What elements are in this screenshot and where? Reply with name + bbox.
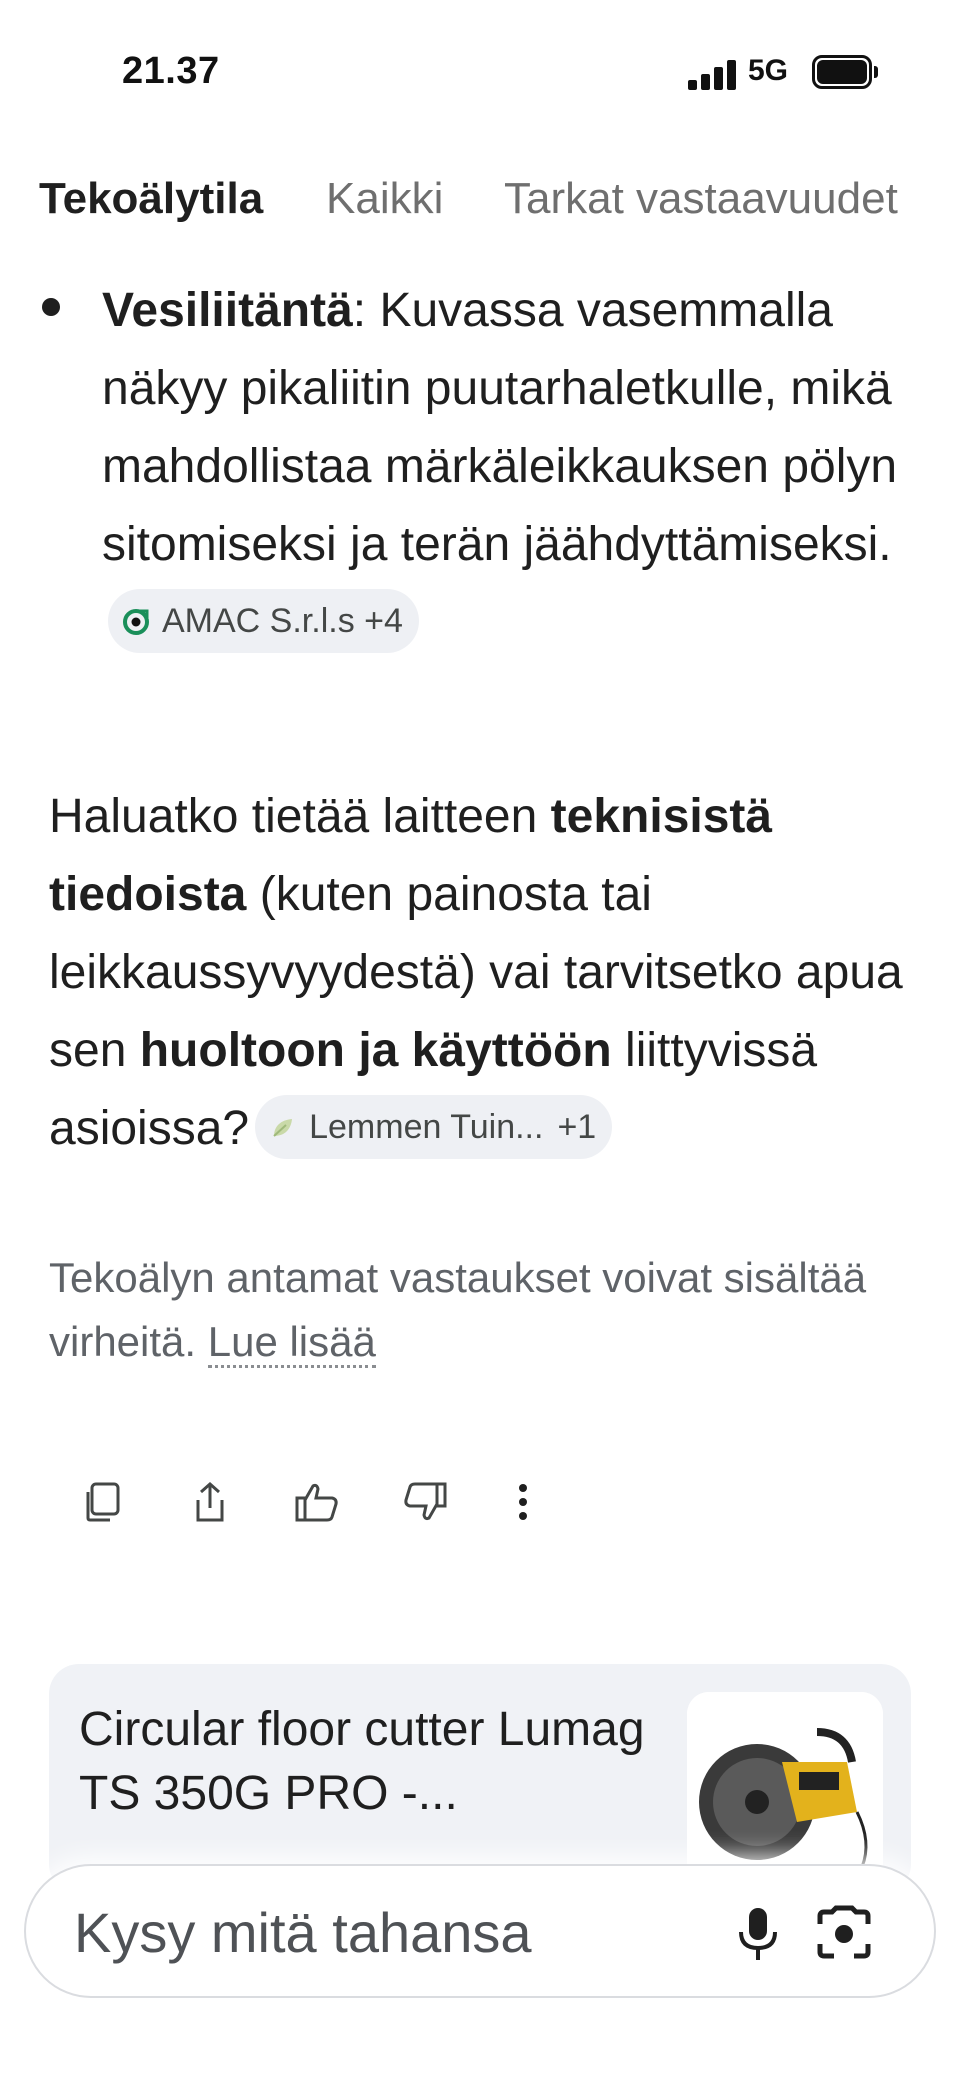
- tab-all[interactable]: Kaikki: [326, 174, 443, 224]
- share-icon: [196, 1481, 224, 1522]
- question-bold-2: huoltoon ja käyttöön: [139, 1024, 612, 1077]
- thumbs-up-button[interactable]: [285, 1470, 349, 1534]
- thumbs-up-icon: [295, 1483, 338, 1522]
- source-chip-label: AMAC S.r.l.s +4: [162, 602, 403, 641]
- source-chip-count: +1: [557, 1108, 597, 1147]
- tab-ai-mode[interactable]: Tekoälytila: [39, 174, 263, 224]
- status-time: 21.37: [122, 50, 220, 92]
- status-bar: 21.37 5G: [0, 0, 960, 140]
- source-icon: [123, 609, 149, 636]
- answer-bullet: Vesiliitäntä: Kuvassa vasemmalla näkyy p…: [102, 272, 902, 662]
- voice-search-button[interactable]: [728, 1902, 788, 1966]
- result-card[interactable]: Circular floor cutter Lumag TS 350G PRO …: [49, 1664, 911, 1894]
- tab-exact-matches[interactable]: Tarkat vastaavuudet: [504, 174, 898, 224]
- thumbs-down-button[interactable]: [393, 1470, 457, 1534]
- follow-up-question: Haluatko tietää laitteen teknisistä tied…: [49, 778, 909, 1168]
- more-icon: [519, 1484, 527, 1520]
- share-button[interactable]: [178, 1470, 242, 1534]
- learn-more-link[interactable]: Lue lisää: [207, 1318, 376, 1368]
- ai-disclaimer: Tekoälyn antamat vastaukset voivat sisäl…: [49, 1246, 909, 1374]
- network-label: 5G: [748, 54, 789, 87]
- leaf-icon: [273, 1119, 293, 1138]
- thumbs-down-icon: [404, 1482, 447, 1521]
- bullet-marker: [42, 298, 60, 316]
- more-options-button[interactable]: [491, 1470, 555, 1534]
- source-chip-amac[interactable]: AMAC S.r.l.s +4: [108, 589, 419, 654]
- source-chip-lemmen[interactable]: Lemmen Tuin... +1: [255, 1095, 613, 1160]
- microphone-icon: [739, 1908, 777, 1960]
- source-chip-label: Lemmen Tuin...: [309, 1108, 544, 1147]
- camera-lens-icon: [817, 1905, 871, 1959]
- lens-search-button[interactable]: [812, 1902, 876, 1966]
- bullet-term: Vesiliitäntä: [102, 284, 353, 337]
- product-thumbnail: [687, 1692, 883, 1892]
- signal-strength-icon: [688, 60, 736, 90]
- copy-button[interactable]: [70, 1470, 134, 1534]
- disclaimer-text: Tekoälyn antamat vastaukset voivat sisäl…: [49, 1254, 867, 1365]
- question-text-1: Haluatko tietää laitteen: [49, 790, 551, 843]
- copy-icon: [86, 1482, 120, 1522]
- answer-actions: [0, 1470, 960, 1540]
- battery-icon: [812, 55, 878, 89]
- search-bar: [24, 1864, 936, 1998]
- search-input[interactable]: [74, 1896, 674, 1968]
- mode-tabs: Tekoälytila Kaikki Tarkat vastaavuudet: [0, 170, 960, 240]
- result-card-title: Circular floor cutter Lumag TS 350G PRO …: [79, 1703, 645, 1820]
